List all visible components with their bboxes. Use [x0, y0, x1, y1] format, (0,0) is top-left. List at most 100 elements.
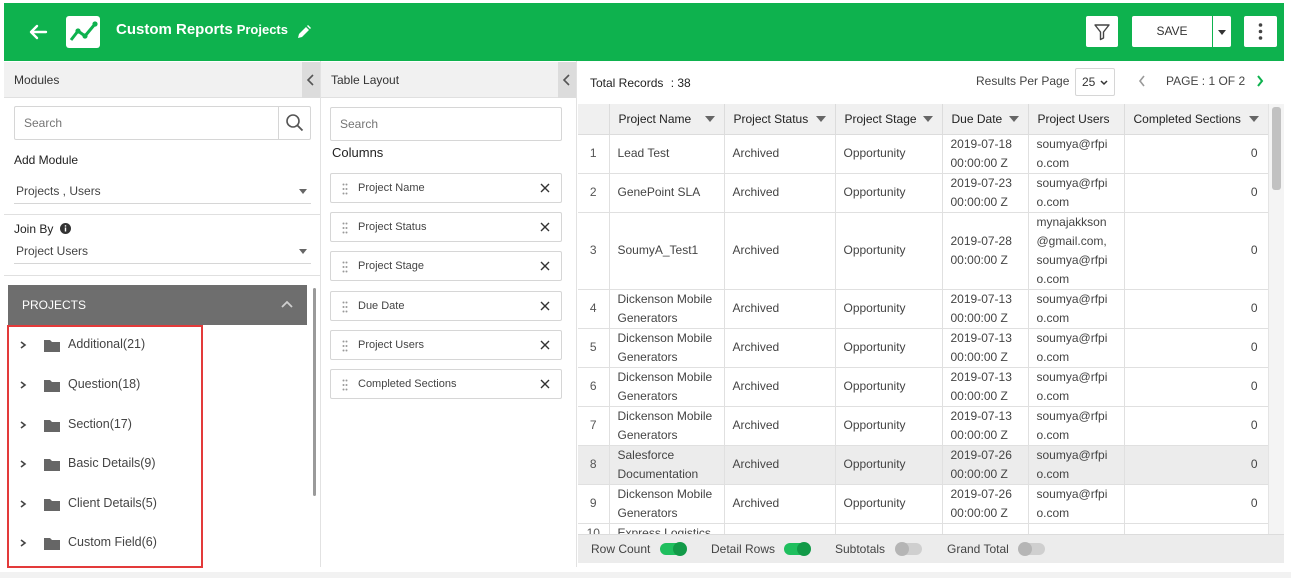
folder-icon — [44, 340, 60, 352]
row-count-toggle[interactable] — [660, 542, 687, 556]
drag-handle-icon[interactable] — [342, 222, 348, 234]
column-item-project-name[interactable]: Project Name — [330, 173, 562, 203]
pencil-icon[interactable] — [296, 24, 312, 40]
cell-project-users: soumya@rfpio.com — [1028, 367, 1125, 407]
header-label: Due Date — [951, 111, 1003, 126]
sort-down-icon[interactable] — [1248, 116, 1259, 122]
collapse-table-layout-button[interactable] — [558, 62, 576, 98]
column-header-project-users[interactable]: Project Users — [1028, 104, 1125, 135]
results-scrollbar[interactable] — [1268, 104, 1284, 534]
join-by-value: Project Users — [16, 244, 89, 258]
cell-project-name: Dickenson Mobile Generators — [609, 367, 725, 407]
results-scrollbar-thumb[interactable] — [1272, 107, 1281, 190]
save-button[interactable]: SAVE — [1132, 16, 1212, 47]
row-number: 5 — [578, 328, 610, 368]
table-row[interactable]: 8 Salesforce Documentation Archived Oppo… — [578, 445, 1268, 485]
table-row[interactable]: 10 Express Logistics — [578, 523, 1268, 534]
cell-project-status — [724, 523, 836, 534]
close-icon[interactable] — [540, 183, 550, 193]
close-icon[interactable] — [540, 340, 550, 350]
total-records-value: : 38 — [670, 76, 691, 90]
cell-project-stage: Opportunity — [835, 328, 943, 368]
filter-button[interactable] — [1086, 16, 1118, 47]
row-number: 2 — [578, 173, 610, 213]
cell-completed-sections — [1124, 523, 1268, 534]
cell-project-status: Archived — [724, 367, 836, 407]
next-page-icon[interactable] — [1256, 75, 1264, 87]
drag-handle-icon[interactable] — [342, 301, 348, 313]
module-search-input[interactable] — [15, 107, 310, 139]
close-icon[interactable] — [540, 261, 550, 271]
table-options-bar: Row Count Detail Rows Subtotals Grand To… — [578, 534, 1284, 563]
table-row[interactable]: 1 Lead Test Archived Opportunity 2019-07… — [578, 134, 1268, 174]
cell-project-users: soumya@rfpio.com — [1028, 173, 1125, 213]
column-item-project-status[interactable]: Project Status — [330, 212, 562, 242]
drag-handle-icon[interactable] — [342, 379, 348, 391]
cell-project-name: Express Logistics — [609, 523, 725, 534]
module-search-button[interactable] — [278, 107, 310, 139]
cell-completed-sections: 0 — [1124, 367, 1268, 407]
cell-project-stage: Opportunity — [835, 445, 943, 485]
cell-project-users — [1028, 523, 1125, 534]
cell-completed-sections: 0 — [1124, 134, 1268, 174]
folder-icon — [44, 380, 60, 392]
close-icon[interactable] — [540, 222, 550, 232]
collapse-modules-button[interactable] — [302, 62, 320, 98]
table-row[interactable]: 5 Dickenson Mobile Generators Archived O… — [578, 328, 1268, 368]
projects-section-header[interactable]: PROJECTS — [8, 285, 307, 325]
more-options-button[interactable] — [1244, 16, 1277, 47]
sort-down-icon[interactable] — [704, 116, 715, 122]
drag-handle-icon[interactable] — [342, 340, 348, 352]
join-by-select[interactable]: Project Users — [14, 238, 311, 264]
close-icon[interactable] — [540, 379, 550, 389]
back-arrow-icon[interactable] — [26, 20, 50, 44]
sort-down-icon[interactable] — [815, 116, 826, 122]
cell-completed-sections: 0 — [1124, 173, 1268, 213]
kebab-menu-icon — [1258, 23, 1263, 40]
cell-project-stage: Opportunity — [835, 484, 943, 524]
chevron-right-icon — [20, 500, 27, 508]
grand-total-toggle[interactable] — [1018, 542, 1045, 556]
results-per-page-select[interactable]: 25 — [1075, 68, 1115, 96]
row-number: 7 — [578, 406, 610, 446]
detail-rows-toggle[interactable] — [784, 542, 811, 556]
column-item-label: Due Date — [358, 300, 405, 312]
drag-handle-icon[interactable] — [342, 183, 348, 195]
cell-project-status: Archived — [724, 328, 836, 368]
info-icon[interactable] — [59, 223, 71, 234]
column-header-project-stage[interactable]: Project Stage — [835, 104, 943, 135]
table-row[interactable]: 4 Dickenson Mobile Generators Archived O… — [578, 289, 1268, 329]
close-icon[interactable] — [540, 301, 550, 311]
sort-down-icon[interactable] — [922, 116, 933, 122]
field-tree: Additional(21) Question(18) Section(17) … — [7, 325, 203, 568]
join-by-label-text: Join By — [14, 222, 54, 236]
cell-project-stage: Opportunity — [835, 212, 943, 290]
table-row[interactable]: 2 GenePoint SLA Archived Opportunity 201… — [578, 173, 1268, 213]
sort-down-icon[interactable] — [1008, 116, 1019, 122]
cell-completed-sections: 0 — [1124, 289, 1268, 329]
column-header-completed-sections[interactable]: Completed Sections — [1124, 104, 1268, 135]
column-search-input[interactable] — [331, 108, 561, 140]
table-row[interactable]: 3 SoumyA_Test1 Archived Opportunity 2019… — [578, 212, 1268, 290]
table-row[interactable]: 6 Dickenson Mobile Generators Archived O… — [578, 367, 1268, 407]
column-item-project-users[interactable]: Project Users — [330, 330, 562, 360]
modules-scrollbar[interactable] — [313, 288, 316, 496]
column-header-project-status[interactable]: Project Status — [724, 104, 836, 135]
column-header-due-date[interactable]: Due Date — [942, 104, 1029, 135]
chevron-right-icon — [20, 460, 27, 468]
column-item-due-date[interactable]: Due Date — [330, 291, 562, 321]
previous-page-icon[interactable] — [1138, 75, 1146, 87]
table-row[interactable]: 7 Dickenson Mobile Generators Archived O… — [578, 406, 1268, 446]
table-row[interactable]: 9 Dickenson Mobile Generators Archived O… — [578, 484, 1268, 524]
cell-due-date: 2019-07-13 00:00:00 Z — [942, 328, 1029, 368]
column-header-project-name[interactable]: Project Name — [609, 104, 725, 135]
column-item-project-stage[interactable]: Project Stage — [330, 251, 562, 281]
column-item-completed-sections[interactable]: Completed Sections — [330, 369, 562, 399]
drag-handle-icon[interactable] — [342, 261, 348, 273]
add-module-select[interactable]: Projects , Users — [14, 178, 311, 204]
subtotals-toggle[interactable] — [895, 542, 922, 556]
filter-icon — [1094, 24, 1110, 41]
save-dropdown-button[interactable] — [1213, 16, 1231, 47]
header-label: Project Status — [733, 111, 809, 126]
tree-item-label: Basic Details(9) — [68, 456, 156, 470]
